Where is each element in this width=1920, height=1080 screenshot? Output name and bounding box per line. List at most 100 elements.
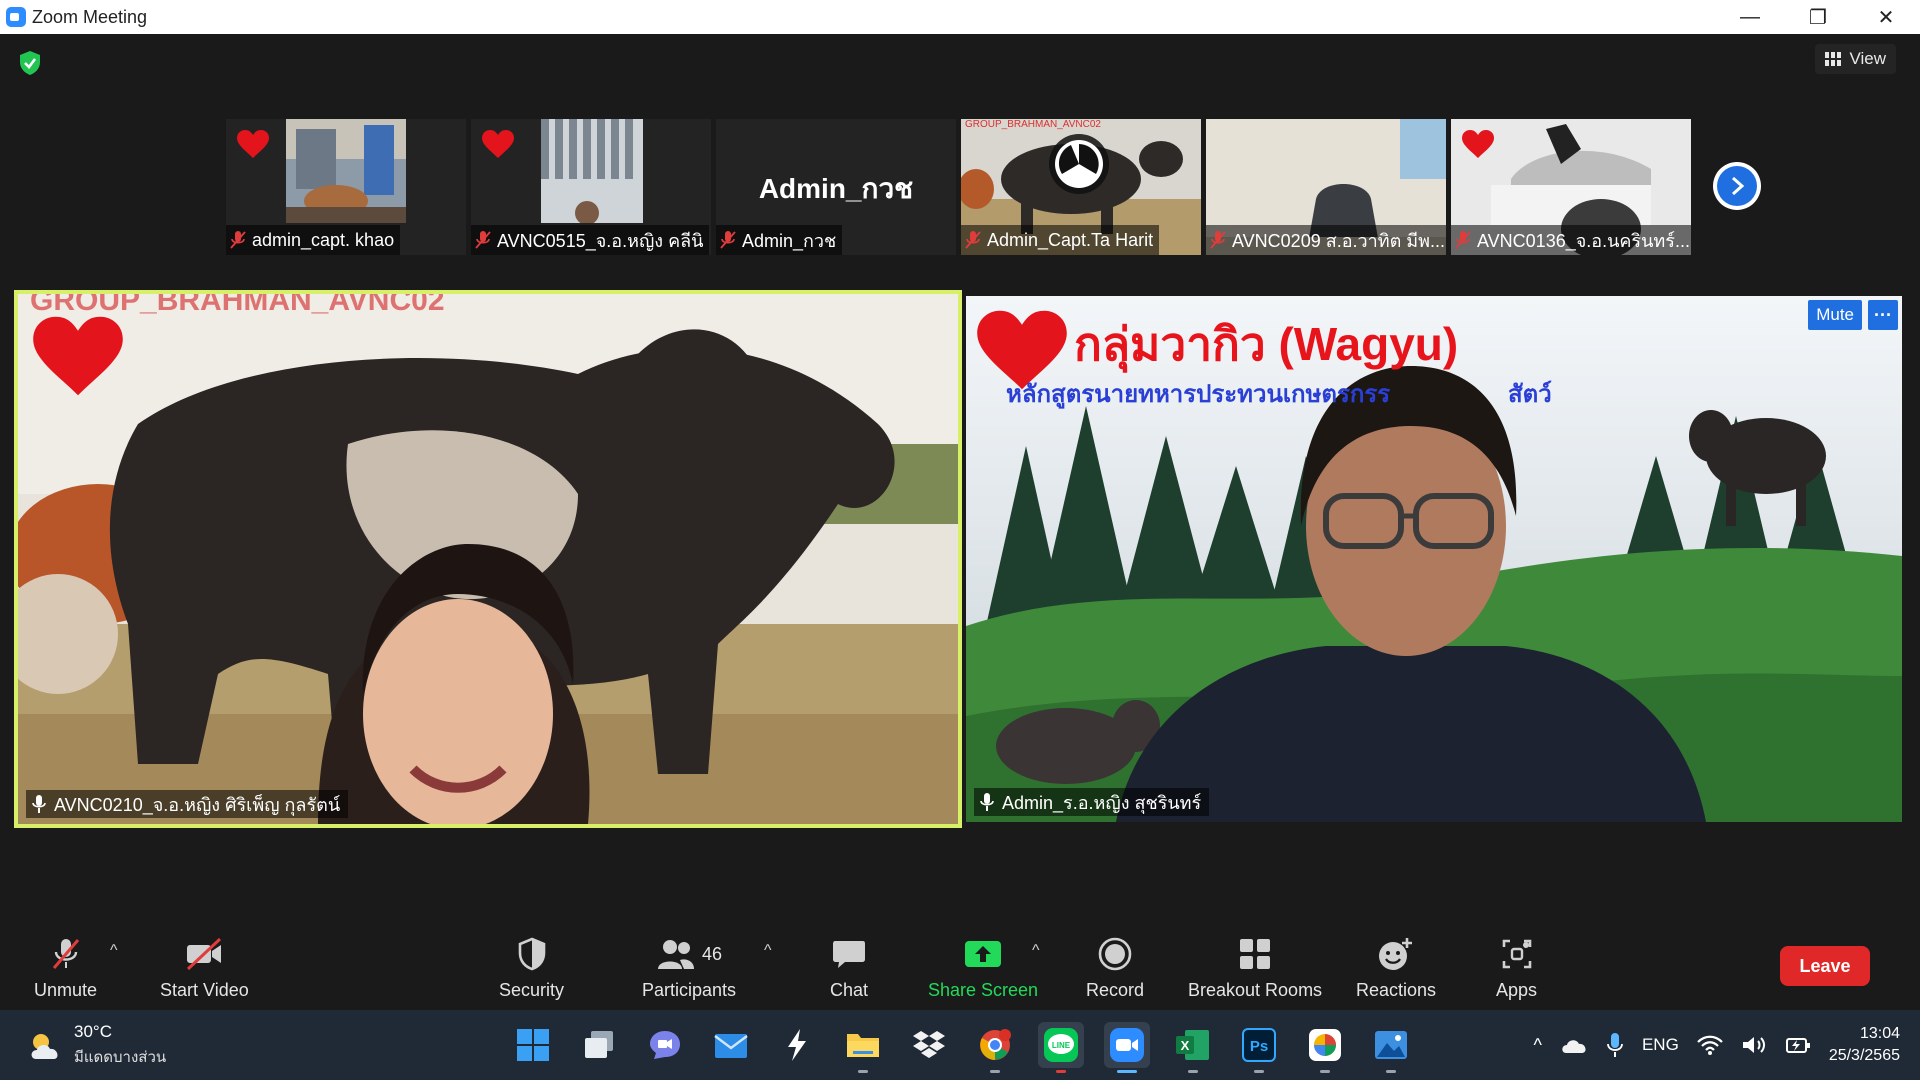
security-button[interactable]: Security: [499, 934, 564, 1001]
participant-thumbnail[interactable]: Admin_กวช Admin_กวช: [716, 119, 956, 255]
clock-time: 13:04: [1859, 1025, 1900, 1042]
active-speaker-tile[interactable]: GROUP_BRAHMAN_AVNC02 AVNC0210_จ.อ.หญิง ศ…: [14, 290, 962, 828]
mute-participant-button[interactable]: Mute: [1808, 300, 1862, 330]
mic-active-icon: [980, 793, 994, 811]
excel-button[interactable]: X: [1170, 1022, 1216, 1073]
participant-thumbnail[interactable]: admin_capt. khao: [226, 119, 466, 255]
view-button[interactable]: View: [1815, 44, 1896, 74]
record-label: Record: [1086, 980, 1145, 1000]
heart-reaction-icon: [33, 316, 123, 396]
apps-label: Apps: [1496, 980, 1538, 1000]
partly-sunny-icon: [31, 1033, 58, 1059]
chat-label: Chat: [830, 980, 869, 1000]
svg-text:LINE: LINE: [1052, 1041, 1071, 1050]
thumbnail-label: Admin_กวช: [716, 225, 843, 255]
microphone-icon[interactable]: [1606, 1032, 1624, 1058]
participant-thumbnail[interactable]: GROUP_BRAHMAN_AVNC02 Admin_Capt.Ta Harit: [961, 119, 1201, 255]
breakout-rooms-button[interactable]: Breakout Rooms: [1188, 934, 1322, 1001]
show-hidden-icons-caret[interactable]: ^: [1534, 1035, 1542, 1056]
thumbnail-label: admin_capt. khao: [226, 225, 401, 255]
encryption-shield-icon[interactable]: [18, 50, 42, 76]
participant-name: Admin_กวช: [742, 230, 837, 251]
teams-chat-button[interactable]: [642, 1022, 688, 1068]
video-off-icon: [187, 937, 222, 971]
start-video-button[interactable]: Start Video: [160, 934, 249, 1001]
heart-reaction-icon: [237, 130, 269, 158]
system-clock[interactable]: 13:04 25/3/2565: [1829, 1023, 1900, 1067]
start-video-label: Start Video: [160, 980, 249, 1000]
onedrive-icon[interactable]: [1560, 1035, 1588, 1055]
breakout-rooms-label: Breakout Rooms: [1188, 980, 1323, 1000]
app-button[interactable]: [774, 1022, 820, 1068]
participant-name: AVNC0210_จ.อ.หญิง ศิริเพ็ญ กุลรัตน์: [54, 794, 341, 815]
more-options-button[interactable]: ···: [1868, 300, 1898, 330]
record-button[interactable]: Record: [1086, 934, 1144, 1001]
thumbnail-overlay-text: GROUP_BRAHMAN_AVNC02: [965, 119, 1101, 130]
reactions-button[interactable]: Reactions: [1356, 934, 1436, 1001]
leave-button[interactable]: Leave: [1780, 946, 1870, 986]
background-subtitle-text: หลักสูตรนายทหารประทวนเกษตรกรร: [1006, 381, 1391, 408]
chrome-button[interactable]: [972, 1022, 1018, 1073]
next-page-button[interactable]: [1713, 162, 1761, 210]
participant-thumbnail[interactable]: AVNC0209 ส.อ.วาทิต มีพ...: [1206, 119, 1446, 255]
clock-date: 25/3/2565: [1828, 1047, 1900, 1064]
photos-app-button[interactable]: [1302, 1022, 1348, 1073]
taskbar-apps: LINE X Ps: [510, 1022, 1414, 1073]
share-screen-button[interactable]: Share Screen: [928, 934, 1038, 1001]
minimize-button[interactable]: —: [1716, 0, 1784, 34]
security-label: Security: [499, 980, 565, 1000]
participant-name: admin_capt. khao: [252, 229, 395, 250]
input-language[interactable]: ENG: [1642, 1035, 1679, 1055]
weather-widget[interactable]: 30°C มีแดดบางส่วน: [28, 1022, 166, 1069]
mic-muted-icon: [720, 231, 736, 249]
heart-reaction-icon: [1462, 130, 1494, 158]
photoshop-icon: Ps: [1242, 1028, 1276, 1062]
participant-label: Admin_ร.อ.หญิง สุชรินทร์: [974, 788, 1210, 816]
participant-thumbnail[interactable]: AVNC0515_จ.อ.หญิง คลีนิ: [471, 119, 711, 255]
meeting-toolbar: Unmute ^ Start Video Security 46 Partici…: [0, 920, 1920, 1010]
share-screen-icon: [965, 941, 1002, 967]
participant-name: AVNC0209 ส.อ.วาทิต มีพ...: [1232, 230, 1446, 251]
breakout-rooms-icon: [1240, 939, 1271, 969]
participants-options-caret[interactable]: ^: [764, 942, 772, 960]
wifi-icon[interactable]: [1697, 1034, 1723, 1056]
window-controls: — ❐ ✕: [1716, 0, 1920, 34]
restore-button[interactable]: ❐: [1784, 0, 1852, 34]
system-tray: ^ ENG 13:04 25/3/2565: [1534, 1010, 1900, 1080]
teams-chat-icon: [650, 1031, 680, 1059]
chat-button[interactable]: Chat: [830, 934, 868, 1001]
participant-name: Admin_Capt.Ta Harit: [987, 229, 1154, 250]
record-icon: [1098, 937, 1132, 971]
share-options-caret[interactable]: ^: [1032, 942, 1040, 960]
window-title: Zoom Meeting: [32, 6, 148, 27]
participant-video: [541, 119, 643, 223]
participants-button[interactable]: 46 Participants: [642, 934, 736, 1001]
task-view-icon: [585, 1031, 613, 1058]
zoom-taskbar-button[interactable]: [1104, 1022, 1150, 1073]
unmute-button[interactable]: Unmute: [34, 934, 97, 1001]
line-button[interactable]: LINE: [1038, 1022, 1084, 1073]
battery-charging-icon[interactable]: [1785, 1034, 1811, 1056]
start-button[interactable]: [510, 1022, 556, 1068]
photos-button[interactable]: [1368, 1022, 1414, 1073]
close-button[interactable]: ✕: [1852, 0, 1920, 34]
reactions-label: Reactions: [1356, 980, 1437, 1000]
participant-thumbnail[interactable]: AVNC0136_จ.อ.นครินทร์...: [1451, 119, 1691, 255]
audio-options-caret[interactable]: ^: [110, 942, 118, 960]
participant-video: [18, 294, 958, 824]
line-icon: LINE: [1044, 1028, 1078, 1062]
chevron-right-icon: [1732, 176, 1745, 196]
mail-button[interactable]: [708, 1022, 754, 1068]
folder-icon: [847, 1034, 879, 1057]
photoshop-button[interactable]: Ps: [1236, 1022, 1282, 1073]
participant-name: AVNC0136_จ.อ.นครินทร์...: [1477, 230, 1690, 251]
file-explorer-button[interactable]: [840, 1022, 886, 1073]
apps-button[interactable]: Apps: [1496, 934, 1537, 1001]
participant-name: Admin_ร.อ.หญิง สุชรินทร์: [1002, 792, 1202, 813]
volume-icon[interactable]: [1741, 1034, 1767, 1056]
task-view-button[interactable]: [576, 1022, 622, 1068]
participant-tile[interactable]: กลุ่มวากิว (Wagyu) หลักสูตรนายทหารประทวน…: [966, 296, 1902, 822]
image-icon: [1375, 1031, 1407, 1059]
dropbox-button[interactable]: [906, 1022, 952, 1068]
excel-icon: X: [1176, 1030, 1209, 1060]
